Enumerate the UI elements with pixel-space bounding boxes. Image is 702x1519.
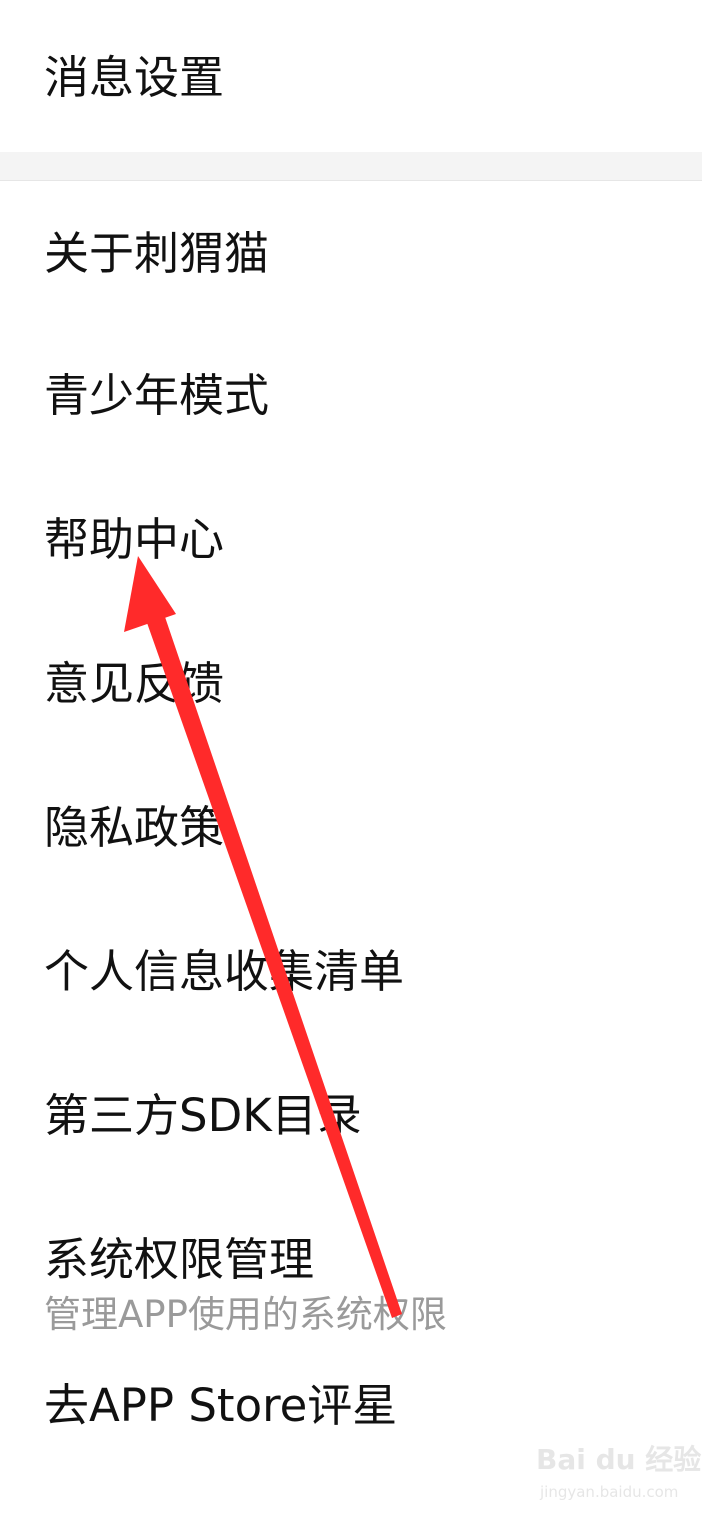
watermark-main-text: Bai du 经验 <box>536 1443 702 1476</box>
settings-item-teen-mode[interactable]: 青少年模式 <box>0 324 702 468</box>
settings-item-privacy-policy[interactable]: 隐私政策 <box>0 756 702 900</box>
settings-item-help-center[interactable]: 帮助中心 <box>0 468 702 612</box>
settings-item-system-permissions[interactable]: 系统权限管理 管理APP使用的系统权限 <box>0 1188 702 1348</box>
settings-item-label: 个人信息收集清单 <box>44 945 405 998</box>
section-divider <box>0 152 702 181</box>
settings-item-label: 帮助中心 <box>44 513 225 566</box>
settings-item-feedback[interactable]: 意见反馈 <box>0 612 702 756</box>
settings-item-label: 系统权限管理 <box>44 1233 315 1286</box>
settings-item-about[interactable]: 关于刺猬猫 <box>0 182 702 324</box>
settings-item-label: 意见反馈 <box>44 657 225 710</box>
settings-item-message[interactable]: 消息设置 <box>0 0 702 152</box>
settings-item-label: 第三方SDK目录 <box>44 1089 362 1142</box>
settings-item-label: 隐私政策 <box>44 801 225 854</box>
settings-item-label: 去APP Store评星 <box>44 1379 398 1432</box>
settings-item-subtitle: 管理APP使用的系统权限 <box>44 1293 447 1336</box>
settings-item-personal-info-list[interactable]: 个人信息收集清单 <box>0 900 702 1044</box>
watermark-sub-text: jingyan.baidu.com <box>540 1483 679 1501</box>
settings-item-label: 关于刺猬猫 <box>44 227 270 280</box>
baidu-jingyan-watermark: Bai du 经验 jingyan.baidu.com <box>536 1440 701 1506</box>
settings-item-label: 消息设置 <box>44 51 225 104</box>
settings-item-label: 青少年模式 <box>44 369 270 422</box>
settings-item-third-party-sdk[interactable]: 第三方SDK目录 <box>0 1044 702 1188</box>
